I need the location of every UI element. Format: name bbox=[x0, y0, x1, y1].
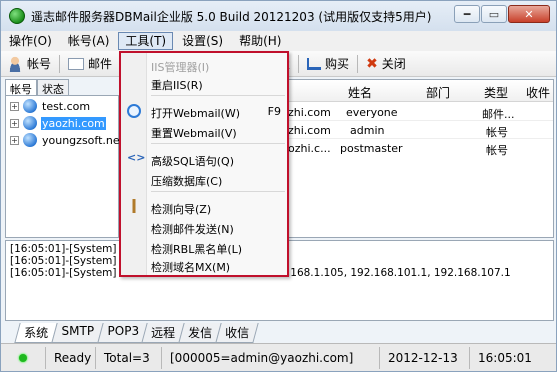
tree-item[interactable]: + test.com bbox=[10, 98, 91, 114]
code-icon: <> bbox=[127, 151, 146, 164]
title-bar[interactable]: 遥志邮件服务器DBMail企业版 5.0 Build 20121203 (试用版… bbox=[1, 1, 556, 31]
tab-send-label: 发信 bbox=[188, 326, 213, 340]
menu-item-compress-db[interactable]: 压缩数据库(C) bbox=[151, 173, 281, 189]
mail-button[interactable]: 邮件 bbox=[62, 55, 118, 72]
tab-smtp-label: SMTP bbox=[61, 324, 95, 338]
menu-item-label: 高级SQL语句(Q) bbox=[151, 155, 235, 168]
menu-item-iis-manager[interactable]: IIS管理器(I) bbox=[151, 59, 281, 75]
close-window-button[interactable]: ✕ bbox=[508, 5, 550, 23]
menu-help[interactable]: 帮助(H) bbox=[231, 31, 289, 51]
menu-item-advanced-sql[interactable]: 高级SQL语句(Q) bbox=[151, 153, 281, 169]
buy-button-label: 购买 bbox=[325, 57, 350, 71]
status-led-cell bbox=[1, 347, 45, 369]
tab-smtp[interactable]: SMTP bbox=[51, 323, 104, 343]
tree-item[interactable]: + yaozhi.com bbox=[10, 115, 106, 131]
tab-system-label: 系统 bbox=[24, 326, 49, 340]
menu-item-check-send[interactable]: 检测邮件发送(N) bbox=[151, 221, 281, 237]
close-button[interactable]: ✖ 关闭 bbox=[360, 55, 412, 72]
menu-item-label: 检测域名MX(M) bbox=[151, 261, 231, 274]
menu-item-check-mx[interactable]: 检测域名MX(M) bbox=[151, 259, 281, 275]
globe-icon bbox=[23, 99, 37, 113]
expand-icon[interactable]: + bbox=[10, 118, 19, 128]
tools-menu: IIS管理器(I) 重启IIS(R) 打开Webmail(W) F9 重置Web… bbox=[119, 51, 289, 277]
cell-email: zhi.com bbox=[288, 106, 331, 119]
expand-icon[interactable]: + bbox=[10, 135, 19, 145]
menu-item-shortcut: F9 bbox=[267, 105, 281, 118]
cell-type: 帐号 bbox=[486, 144, 508, 157]
log-tabs: 系统 SMTP POP3 远程 发信 收信 bbox=[14, 323, 259, 343]
tree-item-label: test.com bbox=[42, 99, 91, 113]
status-date: 2012-12-13 bbox=[379, 346, 469, 369]
cell-name: admin bbox=[350, 124, 385, 137]
tree-item-label: yaozhi.com bbox=[41, 116, 106, 130]
close-icon: ✖ bbox=[366, 55, 378, 72]
user-icon bbox=[7, 55, 23, 72]
maximize-button[interactable]: ▭ bbox=[481, 5, 507, 23]
mail-button-label: 邮件 bbox=[88, 57, 113, 71]
main-window: 遥志邮件服务器DBMail企业版 5.0 Build 20121203 (试用版… bbox=[0, 0, 557, 372]
menu-item-label: 压缩数据库(C) bbox=[151, 175, 223, 188]
webmail-icon bbox=[127, 104, 141, 118]
menu-item-label: 检测向导(Z) bbox=[151, 203, 212, 216]
status-total: Total=3 bbox=[95, 346, 161, 369]
buy-button[interactable]: 购买 bbox=[301, 55, 355, 72]
column-header-inbox[interactable]: 收件 bbox=[526, 84, 550, 101]
domain-tree: + test.com + yaozhi.com + youngzsoft.net bbox=[5, 95, 124, 238]
cell-email: zhi.com bbox=[288, 124, 331, 137]
menu-separator bbox=[151, 95, 285, 96]
menu-separator bbox=[151, 143, 285, 144]
column-header-type[interactable]: 类型 bbox=[484, 84, 508, 101]
status-ready: Ready bbox=[45, 346, 95, 369]
cart-icon bbox=[307, 57, 322, 70]
menu-account[interactable]: 帐号(A) bbox=[60, 31, 118, 51]
globe-icon bbox=[23, 116, 37, 130]
menu-tools[interactable]: 工具(T) bbox=[118, 32, 174, 50]
tree-item[interactable]: + youngzsoft.net bbox=[10, 132, 125, 148]
status-time: 16:05:01 bbox=[469, 346, 549, 369]
tab-pop3[interactable]: POP3 bbox=[96, 323, 148, 343]
column-header-department[interactable]: 部门 bbox=[426, 84, 450, 101]
menu-item-restart-iis[interactable]: 重启IIS(R) bbox=[151, 77, 281, 93]
menu-item-label: 打开Webmail(W) bbox=[151, 107, 241, 120]
mail-icon bbox=[68, 57, 85, 70]
close-button-label: 关闭 bbox=[381, 57, 406, 71]
expand-icon[interactable]: + bbox=[10, 101, 19, 111]
account-button-label: 帐号 bbox=[27, 57, 52, 71]
status-record: [000005=admin@yaozhi.com] bbox=[161, 346, 379, 369]
wizard-icon bbox=[127, 199, 141, 213]
menu-item-label: 重启IIS(R) bbox=[151, 79, 203, 92]
tab-receive-label: 收信 bbox=[225, 326, 250, 340]
status-bar: Ready Total=3 [000005=admin@yaozhi.com] … bbox=[1, 343, 556, 371]
cell-email: ozhi.c... bbox=[288, 142, 331, 155]
cell-name: postmaster bbox=[340, 142, 403, 155]
menu-item-open-webmail[interactable]: 打开Webmail(W) F9 bbox=[151, 105, 281, 121]
window-title: 遥志邮件服务器DBMail企业版 5.0 Build 20121203 (试用版… bbox=[31, 9, 432, 24]
menu-item-label: 重置Webmail(V) bbox=[151, 127, 237, 140]
menu-item-reset-webmail[interactable]: 重置Webmail(V) bbox=[151, 125, 281, 141]
tab-remote-label: 远程 bbox=[151, 326, 176, 340]
menu-item-label: IIS管理器(I) bbox=[151, 61, 210, 74]
toolbar-divider bbox=[298, 54, 300, 73]
toolbar-divider bbox=[59, 54, 61, 73]
menu-item-label: 检测RBL黑名单(L) bbox=[151, 243, 243, 256]
toolbar-divider bbox=[357, 54, 359, 73]
minimize-button[interactable]: ━ bbox=[454, 5, 480, 23]
app-logo-icon bbox=[9, 8, 25, 24]
menu-separator bbox=[151, 191, 285, 192]
menu-bar: 操作(O) 帐号(A) 工具(T) 设置(S) 帮助(H) bbox=[1, 31, 556, 51]
tree-item-label: youngzsoft.net bbox=[42, 133, 124, 147]
window-controls: ━ ▭ ✕ bbox=[454, 5, 550, 23]
column-header-name[interactable]: 姓名 bbox=[348, 84, 372, 101]
globe-icon bbox=[23, 133, 37, 147]
menu-item-check-wizard[interactable]: 检测向导(Z) bbox=[151, 201, 281, 217]
menu-item-check-rbl[interactable]: 检测RBL黑名单(L) bbox=[151, 241, 281, 257]
status-led-icon bbox=[19, 353, 27, 362]
tab-pop3-label: POP3 bbox=[107, 324, 139, 338]
menu-settings[interactable]: 设置(S) bbox=[174, 31, 231, 51]
tab-receive[interactable]: 收信 bbox=[215, 323, 259, 343]
account-button[interactable]: 帐号 bbox=[1, 55, 57, 72]
cell-name: everyone bbox=[346, 106, 398, 119]
menu-item-label: 检测邮件发送(N) bbox=[151, 223, 234, 236]
menu-operation[interactable]: 操作(O) bbox=[1, 31, 60, 51]
